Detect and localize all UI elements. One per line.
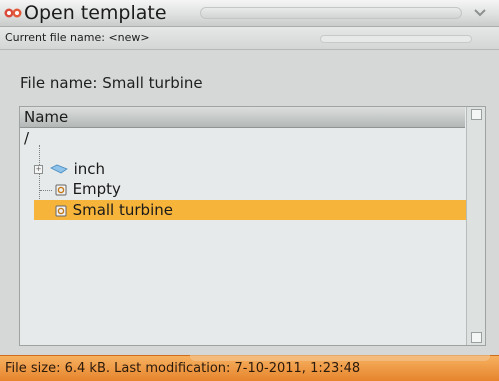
current-file-name: Current file name: <new> bbox=[5, 31, 150, 44]
tree-item-label: Empty bbox=[72, 180, 121, 198]
scroll-up-icon[interactable] bbox=[471, 109, 482, 120]
current-file-bar: Current file name: <new> bbox=[0, 27, 499, 50]
title-bar: Open template bbox=[0, 0, 499, 27]
app-logo-icon bbox=[4, 8, 22, 18]
window-title: Open template bbox=[24, 2, 167, 24]
scroll-down-icon[interactable] bbox=[471, 332, 482, 343]
tree-item-empty[interactable]: Empty bbox=[34, 179, 121, 199]
tree-item-label: inch bbox=[73, 160, 105, 178]
title-decoration bbox=[200, 7, 462, 19]
column-header-label: Name bbox=[24, 108, 69, 126]
file-browser[interactable]: Name / + inch Empty Small turbine bbox=[19, 106, 486, 346]
tree-item-small-turbine[interactable]: Small turbine bbox=[34, 200, 471, 220]
info-decoration bbox=[320, 35, 472, 43]
folder-icon bbox=[49, 164, 68, 173]
column-header-name[interactable]: Name bbox=[20, 107, 465, 128]
template-file-icon bbox=[55, 205, 67, 216]
status-bar: File size: 6.4 kB. Last modification: 7-… bbox=[0, 355, 499, 381]
minimize-icon[interactable] bbox=[473, 7, 487, 19]
tree-root[interactable]: / bbox=[24, 129, 29, 147]
status-text: File size: 6.4 kB. Last modification: 7-… bbox=[5, 361, 361, 376]
file-name-field[interactable]: File name: Small turbine bbox=[20, 74, 203, 92]
tree-item-label: Small turbine bbox=[72, 201, 173, 219]
tree-item-inch[interactable]: + inch bbox=[34, 159, 105, 179]
vertical-scrollbar[interactable] bbox=[466, 107, 485, 345]
template-file-icon bbox=[55, 184, 67, 195]
expand-icon[interactable]: + bbox=[34, 165, 43, 174]
